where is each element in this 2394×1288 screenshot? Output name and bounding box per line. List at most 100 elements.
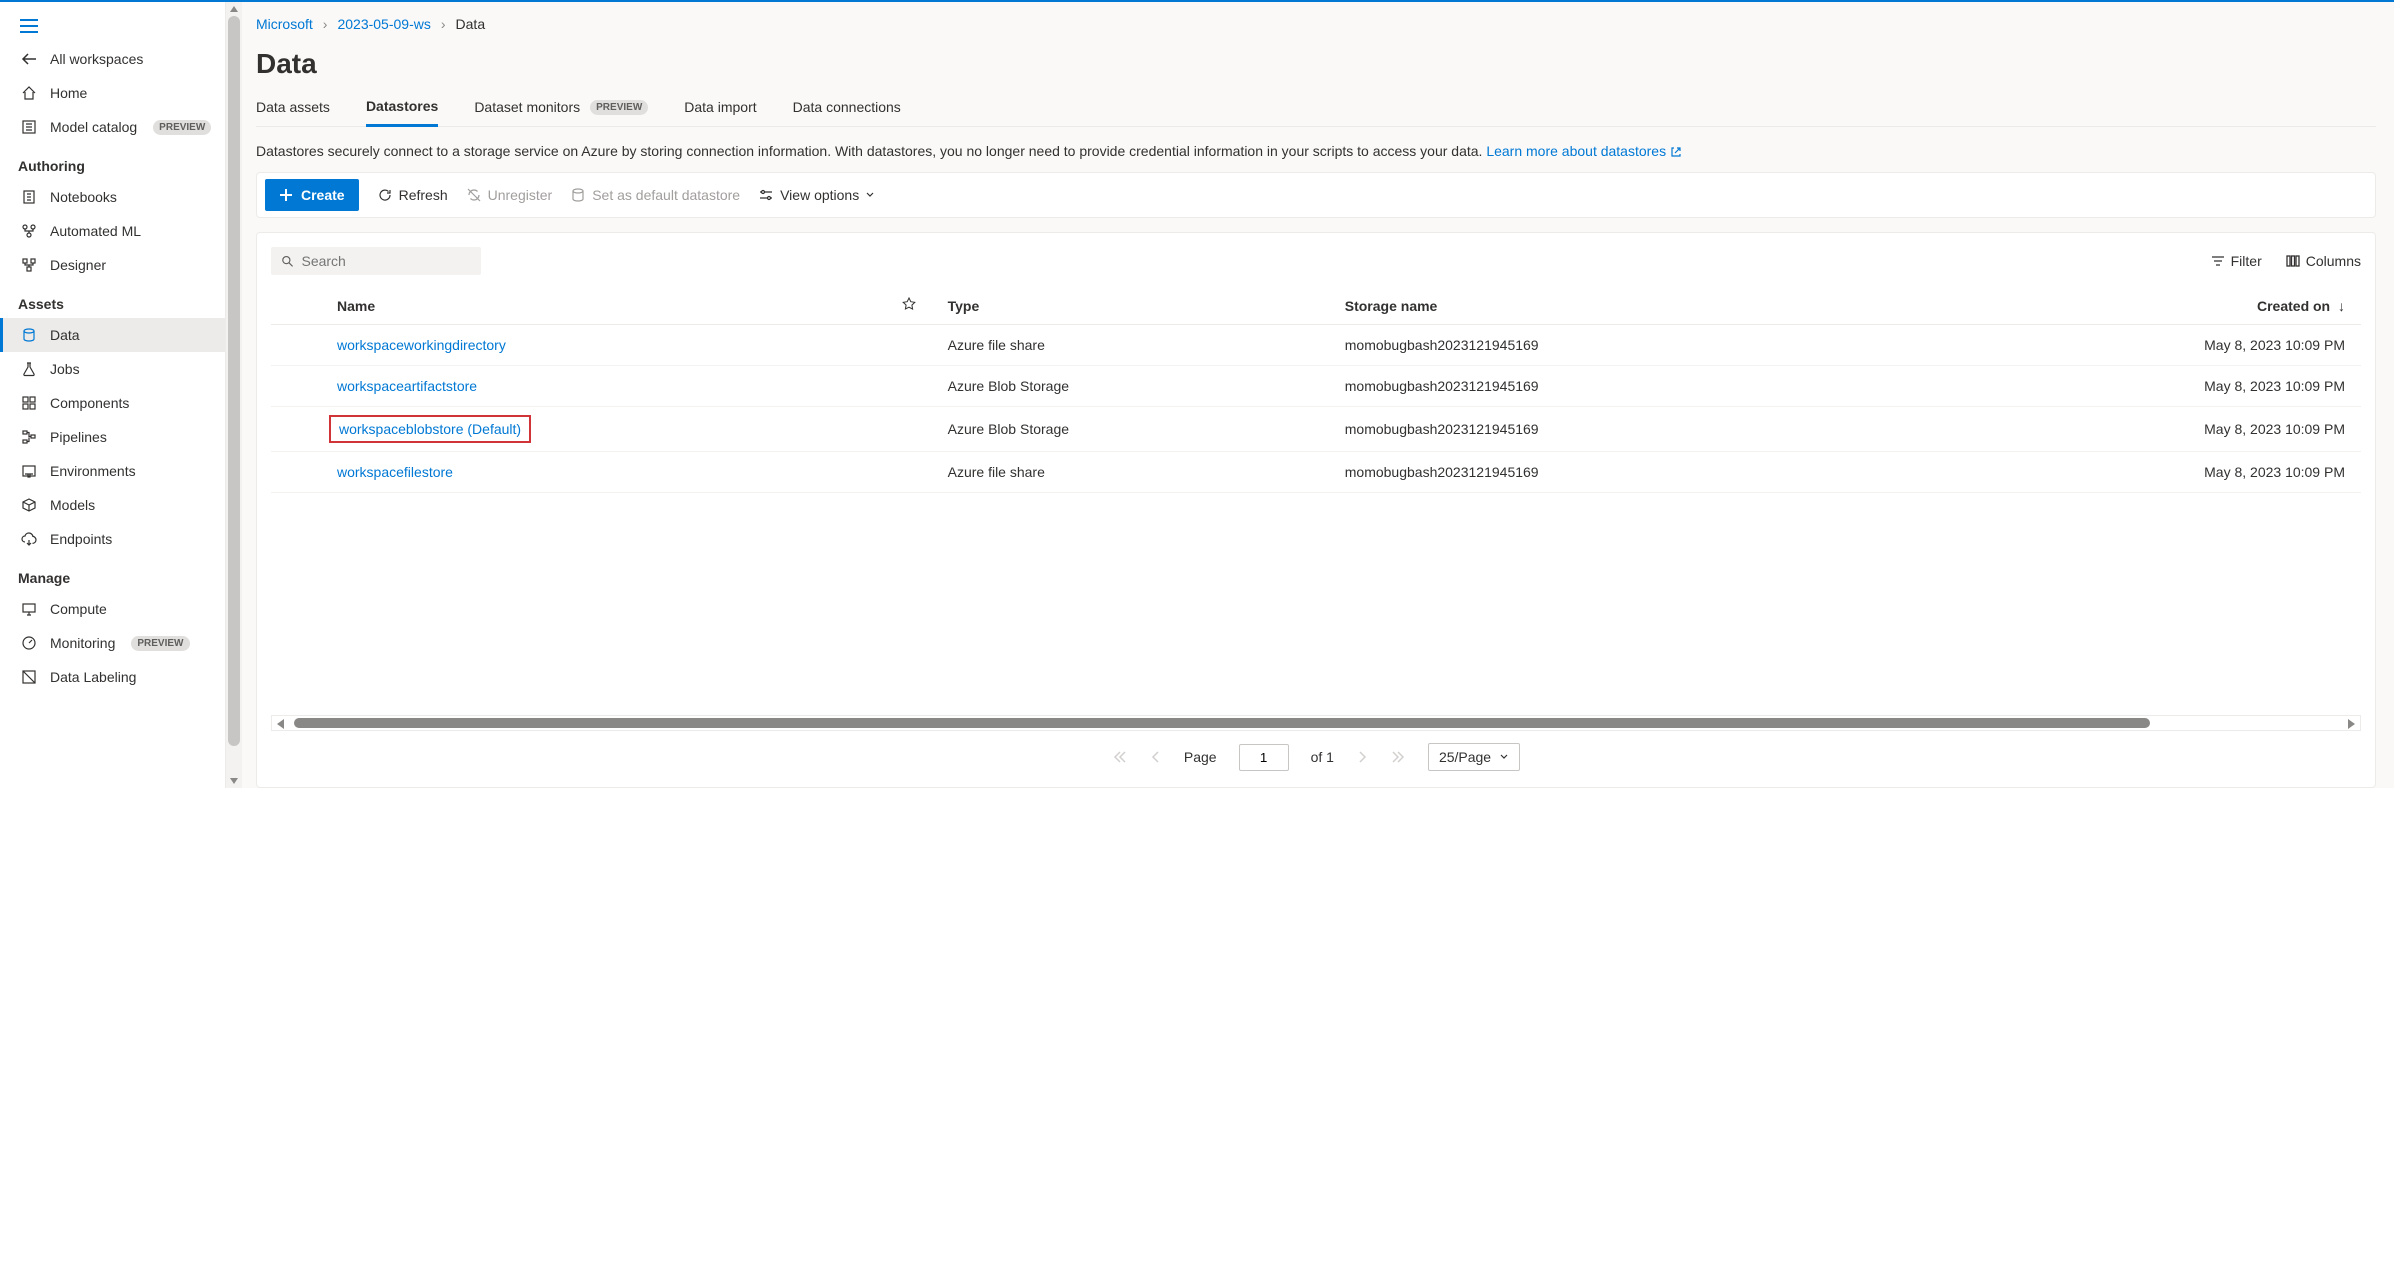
- view-options-button[interactable]: View options: [758, 187, 875, 203]
- page-last-button[interactable]: [1390, 749, 1406, 765]
- chevron-down-icon: [1499, 752, 1509, 762]
- cell-type: Azure Blob Storage: [932, 407, 1329, 452]
- horizontal-scrollbar[interactable]: [271, 715, 2361, 731]
- tab-data-connections[interactable]: Data connections: [793, 86, 901, 126]
- nav-label: Home: [50, 85, 87, 101]
- nav-label: Automated ML: [50, 223, 141, 239]
- sidebar-endpoints[interactable]: Endpoints: [0, 522, 225, 556]
- learn-more-link[interactable]: Learn more about datastores: [1486, 141, 1682, 162]
- cell-created: May 8, 2023 10:09 PM: [1913, 452, 2361, 493]
- sidebar-jobs[interactable]: Jobs: [0, 352, 225, 386]
- nav-label: Components: [50, 395, 129, 411]
- compute-icon: [20, 600, 38, 618]
- sidebar-model-catalog[interactable]: Model catalog PREVIEW: [0, 110, 225, 144]
- cell-name[interactable]: workspaceblobstore (Default): [321, 407, 886, 452]
- scrollbar-thumb[interactable]: [228, 16, 240, 746]
- table-row[interactable]: workspacefilestoreAzure file sharemomobu…: [271, 452, 2361, 493]
- pipeline-icon: [20, 428, 38, 446]
- filter-icon: [2211, 254, 2225, 268]
- table-row[interactable]: workspaceblobstore (Default) Azure Blob S…: [271, 407, 2361, 452]
- sidebar-data-labeling[interactable]: Data Labeling: [0, 660, 225, 694]
- page-next-button[interactable]: [1356, 749, 1368, 765]
- tab-data-assets[interactable]: Data assets: [256, 86, 330, 126]
- page-size-select[interactable]: 25/Page: [1428, 743, 1520, 771]
- sidebar-home[interactable]: Home: [0, 76, 225, 110]
- set-default-button: Set as default datastore: [570, 187, 740, 203]
- tab-dataset-monitors[interactable]: Dataset monitors PREVIEW: [474, 86, 648, 126]
- toolbar: Create Refresh Unregister Set as default…: [256, 172, 2376, 218]
- plus-icon: [279, 188, 293, 202]
- table-row[interactable]: workspaceworkingdirectory Azure file shar…: [271, 325, 2361, 366]
- sidebar-designer[interactable]: Designer: [0, 248, 225, 282]
- nav-label: Models: [50, 497, 95, 513]
- refresh-icon: [377, 187, 393, 203]
- external-link-icon: [1670, 146, 1682, 158]
- flask-icon: [20, 360, 38, 378]
- page-first-button[interactable]: [1112, 749, 1128, 765]
- button-label: Create: [301, 187, 345, 203]
- tabs: Data assets Datastores Dataset monitors …: [256, 86, 2376, 127]
- button-label: Columns: [2306, 253, 2361, 269]
- sidebar-components[interactable]: Components: [0, 386, 225, 420]
- col-type[interactable]: Type: [932, 287, 1329, 325]
- sidebar-monitoring[interactable]: Monitoring PREVIEW: [0, 626, 225, 660]
- sidebar-environments[interactable]: Environments: [0, 454, 225, 488]
- section-manage: Manage: [0, 556, 225, 592]
- columns-button[interactable]: Columns: [2286, 253, 2361, 269]
- cube-icon: [20, 496, 38, 514]
- page-prev-button[interactable]: [1150, 749, 1162, 765]
- sidebar-pipelines[interactable]: Pipelines: [0, 420, 225, 454]
- sidebar-automl[interactable]: Automated ML: [0, 214, 225, 248]
- page-title: Data: [256, 38, 2376, 86]
- search-input[interactable]: [301, 253, 471, 269]
- datastores-card: Filter Columns Name: [256, 232, 2376, 788]
- cell-name[interactable]: workspaceworkingdirectory: [321, 325, 886, 366]
- scrollbar-thumb[interactable]: [294, 718, 2150, 728]
- tab-data-import[interactable]: Data import: [684, 86, 756, 126]
- page-number-input[interactable]: [1239, 744, 1289, 771]
- gauge-icon: [20, 634, 38, 652]
- col-name[interactable]: Name: [321, 287, 886, 325]
- vertical-scrollbar[interactable]: [226, 2, 242, 788]
- create-button[interactable]: Create: [265, 179, 359, 211]
- crumb-microsoft[interactable]: Microsoft: [256, 16, 313, 32]
- search-input-wrapper[interactable]: [271, 247, 481, 275]
- col-storage[interactable]: Storage name: [1329, 287, 1914, 325]
- all-workspaces-link[interactable]: All workspaces: [0, 42, 225, 76]
- nav-label: Monitoring: [50, 635, 115, 651]
- col-star[interactable]: [886, 287, 932, 325]
- col-created[interactable]: Created on ↓: [1913, 287, 2361, 325]
- endpoint-icon: [20, 530, 38, 548]
- sidebar-models[interactable]: Models: [0, 488, 225, 522]
- crumb-current: Data: [456, 16, 486, 32]
- chevron-down-icon: [865, 190, 875, 200]
- sidebar-data[interactable]: Data: [0, 318, 225, 352]
- cell-type: Azure file share: [932, 325, 1329, 366]
- cell-name[interactable]: workspaceartifactstore: [321, 366, 886, 407]
- table-row[interactable]: workspaceartifactstoreAzure Blob Storage…: [271, 366, 2361, 407]
- unregister-icon: [466, 187, 482, 203]
- page-of-label: of 1: [1311, 749, 1334, 765]
- tab-label: Dataset monitors: [474, 99, 580, 115]
- nav-label: Jobs: [50, 361, 80, 377]
- nav-label: Designer: [50, 257, 106, 273]
- sidebar-notebooks[interactable]: Notebooks: [0, 180, 225, 214]
- unregister-button: Unregister: [466, 187, 553, 203]
- button-label: Set as default datastore: [592, 187, 740, 203]
- nav-label: Notebooks: [50, 189, 117, 205]
- refresh-button[interactable]: Refresh: [377, 187, 448, 203]
- sidebar-compute[interactable]: Compute: [0, 592, 225, 626]
- page-size-label: 25/Page: [1439, 749, 1491, 765]
- button-label: Refresh: [399, 187, 448, 203]
- tab-datastores[interactable]: Datastores: [366, 86, 438, 127]
- filter-button[interactable]: Filter: [2211, 253, 2262, 269]
- crumb-workspace[interactable]: 2023-05-09-ws: [337, 16, 430, 32]
- preview-badge: PREVIEW: [131, 636, 189, 651]
- hamburger-menu-button[interactable]: [10, 10, 48, 42]
- cell-name[interactable]: workspacefilestore: [321, 452, 886, 493]
- nav-label: Model catalog: [50, 119, 137, 135]
- cell-type: Azure file share: [932, 452, 1329, 493]
- columns-icon: [2286, 254, 2300, 268]
- designer-icon: [20, 256, 38, 274]
- star-icon: [902, 297, 916, 311]
